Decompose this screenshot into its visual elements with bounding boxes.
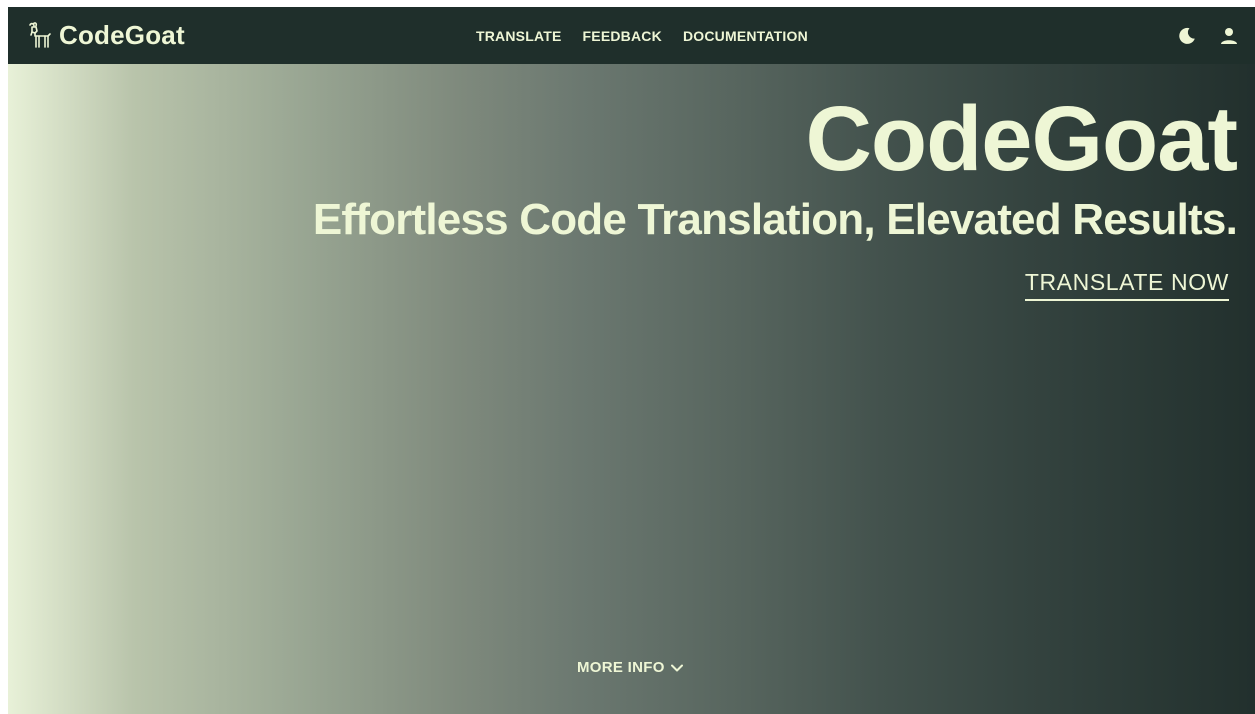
more-info-label: MORE INFO <box>577 659 665 676</box>
goat-icon <box>27 21 53 51</box>
nav-link-documentation[interactable]: DOCUMENTATION <box>683 28 808 44</box>
moon-icon[interactable] <box>1177 26 1197 46</box>
brand-name: CodeGoat <box>59 20 185 50</box>
nav-link-translate[interactable]: TRANSLATE <box>476 28 562 44</box>
chevron-down-icon <box>670 659 683 676</box>
nav-link-feedback[interactable]: FEEDBACK <box>583 28 662 44</box>
hero-subtitle: Effortless Code Translation, Elevated Re… <box>312 195 1238 244</box>
hero-section: CodeGoat Effortless Code Translation, El… <box>8 64 1255 714</box>
more-info-button[interactable]: MORE INFO <box>577 659 683 676</box>
page: CodeGoat TRANSLATE FEEDBACK DOCUMENTATIO… <box>8 7 1255 714</box>
brand-link[interactable]: CodeGoat <box>27 7 185 64</box>
user-icon[interactable] <box>1219 26 1239 46</box>
hero-title: CodeGoat <box>805 88 1238 190</box>
top-navbar: CodeGoat TRANSLATE FEEDBACK DOCUMENTATIO… <box>8 7 1255 64</box>
nav-icon-group <box>1177 7 1239 64</box>
primary-nav: TRANSLATE FEEDBACK DOCUMENTATION <box>476 7 808 64</box>
translate-now-button[interactable]: TRANSLATE NOW <box>1024 269 1229 301</box>
